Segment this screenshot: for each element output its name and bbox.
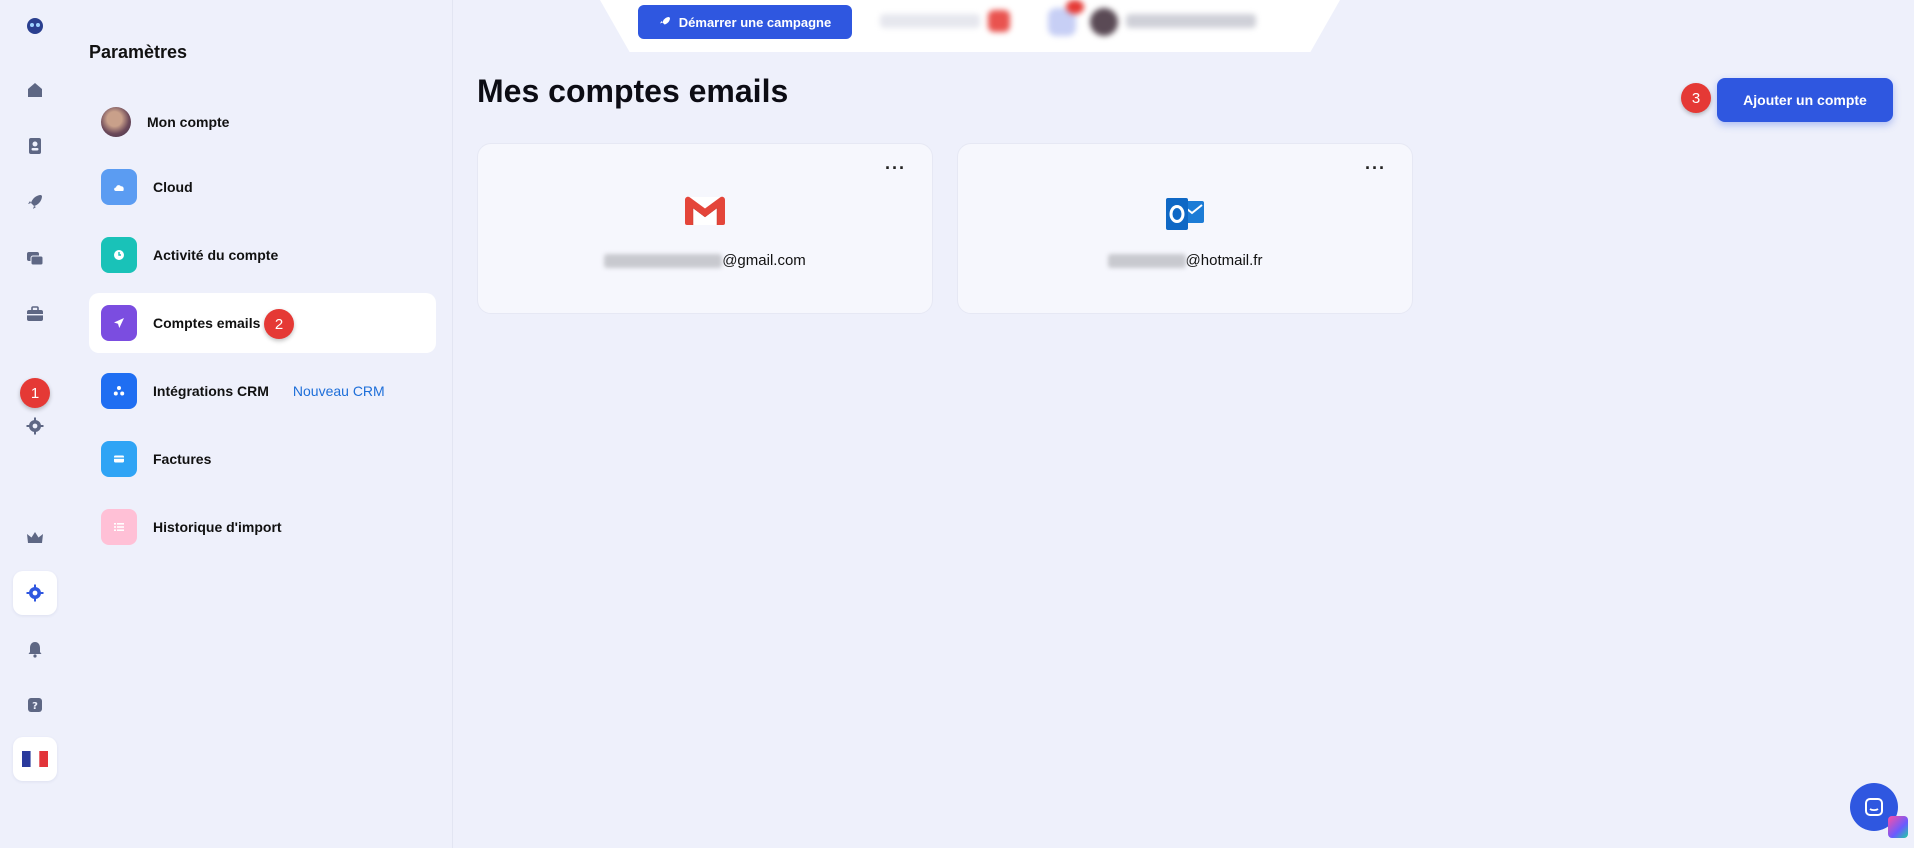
blurred-notification-badge: [1066, 0, 1084, 14]
chat-bubble-icon: [1865, 798, 1883, 816]
gmail-icon: [684, 195, 726, 232]
card-menu-button[interactable]: ···: [1365, 158, 1386, 179]
rocket-icon: [659, 17, 670, 25]
menu-item-integrations-crm[interactable]: Intégrations CRM Nouveau CRM: [89, 361, 436, 421]
blurred-user-avatar[interactable]: [1090, 8, 1118, 36]
help-icon[interactable]: ?: [13, 683, 57, 727]
blurred-user-name[interactable]: [1126, 14, 1256, 28]
flag-fr-icon[interactable]: [13, 737, 57, 781]
extension-logo-icon[interactable]: [1888, 816, 1908, 838]
logo-icon[interactable]: [13, 4, 57, 48]
briefcase-icon[interactable]: [13, 292, 57, 336]
menu-item-factures[interactable]: Factures: [89, 429, 436, 489]
start-campaign-label: Démarrer une campagne: [678, 14, 832, 30]
settings-icon[interactable]: [13, 404, 57, 448]
icon-rail: ? 1: [0, 0, 70, 848]
chat-icon[interactable]: [13, 236, 57, 280]
menu-item-comptes-emails[interactable]: Comptes emails: [89, 293, 436, 353]
settings-active-icon[interactable]: [13, 571, 57, 615]
rocket-icon[interactable]: [13, 180, 57, 224]
step-badge-2: 2: [264, 309, 294, 339]
card-menu-button[interactable]: ···: [885, 158, 906, 179]
cloud-icon: [101, 169, 137, 205]
card-icon: [101, 441, 137, 477]
menu-item-cloud[interactable]: Cloud: [89, 157, 436, 217]
start-campaign-button[interactable]: Démarrer une campagne: [638, 5, 852, 39]
menu-label: Factures: [153, 451, 212, 467]
menu-label: Intégrations CRM: [153, 383, 269, 399]
menu-label: Comptes emails: [153, 315, 261, 331]
email-account-card[interactable]: ··· @gmail.com: [477, 143, 933, 314]
add-account-button[interactable]: Ajouter un compte: [1717, 78, 1893, 122]
send-icon: [101, 305, 137, 341]
panel-title: Paramètres: [89, 42, 188, 62]
clock-icon: [101, 237, 137, 273]
step-badge-3: 3: [1681, 83, 1711, 113]
step-badge-1: 1: [20, 378, 50, 408]
svg-text:?: ?: [32, 701, 38, 712]
list-icon: [101, 509, 137, 545]
settings-panel: Paramètres Mon compte Cloud Activité du …: [70, 0, 453, 848]
email-address: @gmail.com: [478, 252, 932, 269]
blurred-indicator: [988, 10, 1010, 32]
redacted-username: [604, 254, 723, 269]
menu-item-historique-import[interactable]: Historique d'import: [89, 497, 436, 557]
email-domain: @gmail.com: [722, 252, 806, 269]
contacts-icon[interactable]: [13, 124, 57, 168]
email-domain: @hotmail.fr: [1185, 252, 1263, 269]
menu-label: Cloud: [153, 179, 193, 195]
blurred-status: [880, 14, 980, 28]
menu-label: Historique d'import: [153, 519, 282, 535]
page-title: Mes comptes emails: [477, 73, 789, 109]
menu-label: Mon compte: [147, 114, 230, 130]
crown-icon[interactable]: [13, 516, 57, 560]
home-icon[interactable]: [13, 68, 57, 112]
avatar: [101, 107, 131, 137]
outlook-icon: [1164, 195, 1206, 238]
new-crm-tag[interactable]: Nouveau CRM: [293, 383, 385, 399]
email-address: @hotmail.fr: [958, 252, 1412, 269]
menu-label: Activité du compte: [153, 247, 279, 263]
menu-item-mon-compte[interactable]: Mon compte: [89, 92, 436, 152]
redacted-username: [1107, 254, 1186, 269]
email-account-card[interactable]: ··· @hotmail.fr: [957, 143, 1413, 314]
integration-icon: [101, 373, 137, 409]
bell-icon[interactable]: [13, 627, 57, 671]
menu-item-activite[interactable]: Activité du compte: [89, 225, 436, 285]
